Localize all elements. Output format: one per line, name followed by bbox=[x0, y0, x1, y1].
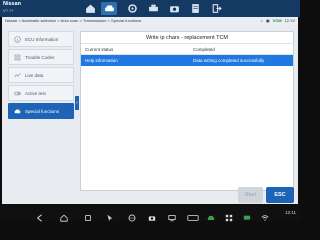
print-tool-button[interactable] bbox=[145, 2, 161, 15]
breadcrumb: Nissan > Automatic selection > Auto scan… bbox=[5, 18, 142, 23]
info-icon bbox=[14, 35, 21, 43]
sidebar-item-label: Trouble Codes bbox=[25, 54, 55, 60]
brand: Nissan V?.?? bbox=[3, 1, 39, 13]
grid-icon[interactable] bbox=[225, 209, 233, 222]
brand-version: V?.?? bbox=[3, 8, 14, 13]
sidebar-item-ecu-information[interactable]: ECU Information bbox=[8, 31, 74, 47]
print-icon bbox=[148, 4, 158, 12]
sidebar-item-label: Live data bbox=[25, 72, 44, 78]
row-status-cell: Help information bbox=[85, 58, 118, 63]
table-row[interactable]: Help information Data writing completed … bbox=[81, 55, 293, 66]
camera-icon bbox=[169, 6, 179, 13]
sidebar-item-trouble-codes[interactable]: Trouble Codes bbox=[8, 49, 74, 65]
sidebar-item-label: ECU Information bbox=[25, 36, 59, 42]
esc-button[interactable]: ESC bbox=[266, 187, 294, 203]
vci-nav-icon[interactable] bbox=[186, 209, 200, 221]
camera-nav-icon[interactable] bbox=[148, 209, 156, 221]
screenshot-tool-button[interactable] bbox=[166, 2, 182, 15]
collapse-sidebar-button[interactable]: ‹ bbox=[75, 96, 79, 110]
breadcrumb-bar: Nissan > Automatic selection > Auto scan… bbox=[2, 17, 298, 25]
sidebar-item-active-test[interactable]: Active test bbox=[8, 85, 74, 101]
clock: 12:11 bbox=[285, 210, 296, 215]
home-small-icon[interactable]: ⌂ bbox=[260, 18, 262, 23]
back-icon[interactable] bbox=[36, 209, 44, 222]
function-panel: Write ip chars - replacement TCM Current… bbox=[80, 31, 294, 191]
document-icon bbox=[191, 4, 199, 13]
print-small-icon[interactable]: ▣ bbox=[266, 18, 270, 23]
row-completed-cell: Data writing completed successfully bbox=[193, 58, 265, 63]
display-icon[interactable] bbox=[168, 209, 176, 222]
table-header: Current status Completed bbox=[81, 44, 293, 55]
sidebar-item-label: Special functions bbox=[25, 108, 60, 114]
chat-icon[interactable] bbox=[243, 209, 251, 220]
start-button[interactable]: Start bbox=[238, 187, 263, 203]
special-functions-icon bbox=[14, 109, 21, 113]
vehicle-tool-button[interactable] bbox=[101, 2, 117, 15]
active-test-icon bbox=[14, 91, 21, 95]
android-navigation-bar: 12:11 bbox=[0, 205, 300, 222]
gear-icon bbox=[127, 4, 137, 13]
sidebar-item-special-functions[interactable]: Special functions bbox=[8, 103, 74, 119]
data-tool-button[interactable] bbox=[187, 2, 203, 15]
panel-title: Write ip chars - replacement TCM bbox=[81, 32, 293, 44]
car-nav-icon[interactable] bbox=[207, 209, 215, 220]
car-icon bbox=[104, 5, 114, 12]
live-data-icon bbox=[14, 72, 21, 77]
browser-icon[interactable] bbox=[128, 209, 136, 222]
top-toolbar: Nissan V?.?? bbox=[0, 0, 300, 17]
sidebar: ECU Information Trouble Codes Live data … bbox=[8, 31, 74, 121]
sidebar-item-label: Active test bbox=[25, 90, 46, 96]
exit-tool-button[interactable] bbox=[208, 2, 224, 15]
brand-name: Nissan bbox=[3, 1, 22, 7]
sidebar-item-live-data[interactable]: Live data bbox=[8, 67, 74, 83]
settings-tool-button[interactable] bbox=[124, 2, 140, 15]
column-header-completed: Completed bbox=[193, 47, 215, 52]
home-tool-button[interactable] bbox=[82, 2, 98, 15]
battery-voltage: 12.1V bbox=[284, 18, 295, 23]
exit-icon bbox=[212, 4, 222, 13]
home-nav-icon[interactable] bbox=[60, 209, 68, 222]
screen: Nissan V?.?? Nissan > Automatic selectio… bbox=[0, 0, 300, 222]
column-header-current-status: Current status bbox=[85, 47, 114, 52]
home-icon bbox=[85, 4, 95, 13]
main-area: ECU Information Trouble Codes Live data … bbox=[2, 25, 298, 218]
status-area: ⌂ ▣ VCM 12.1V bbox=[260, 18, 295, 23]
wifi-icon bbox=[261, 209, 269, 221]
vci-status: VCM bbox=[272, 18, 282, 23]
recent-apps-icon[interactable] bbox=[84, 209, 92, 221]
cursor-icon[interactable] bbox=[106, 209, 114, 222]
trouble-codes-icon bbox=[14, 54, 21, 60]
